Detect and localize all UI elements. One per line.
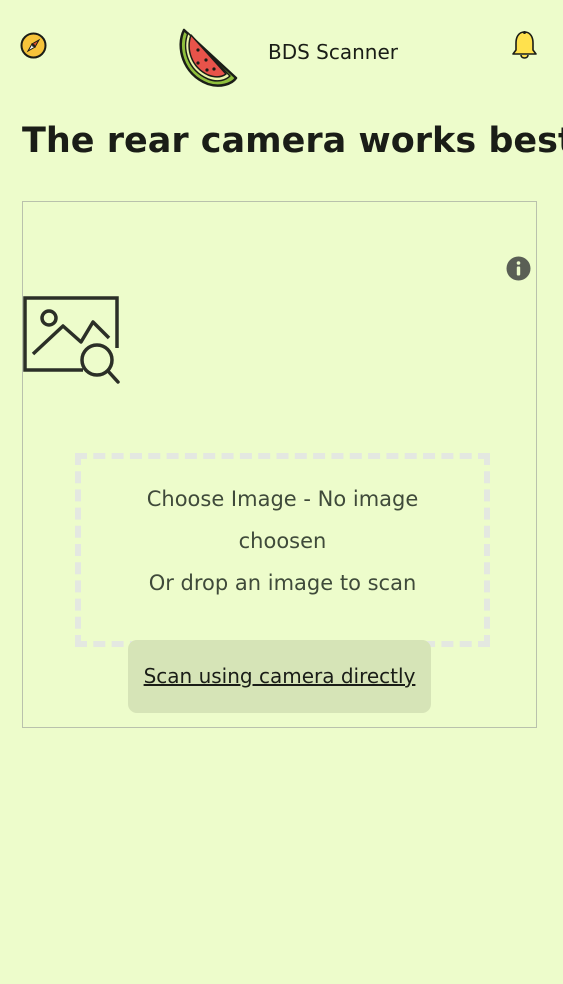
drop-image-hint: Or drop an image to scan <box>148 571 417 595</box>
image-drop-zone[interactable]: Choose Image - No image choosen Or drop … <box>75 453 490 647</box>
app-header: BDS Scanner <box>0 0 563 100</box>
image-search-icon <box>23 296 120 384</box>
choose-image-text-cont[interactable]: choosen <box>81 520 484 562</box>
scan-camera-button[interactable]: Scan using camera directly <box>128 640 431 713</box>
info-icon[interactable] <box>506 256 531 281</box>
page-title: The rear camera works best! <box>22 121 563 161</box>
watermelon-logo <box>179 28 238 87</box>
scanner-panel: Choose Image - No image choosen Or drop … <box>22 201 537 728</box>
choose-image-text[interactable]: Choose Image - No image <box>81 478 484 520</box>
app-title: BDS Scanner <box>268 40 398 64</box>
bell-icon[interactable] <box>511 30 538 61</box>
compass-icon[interactable] <box>20 32 47 59</box>
